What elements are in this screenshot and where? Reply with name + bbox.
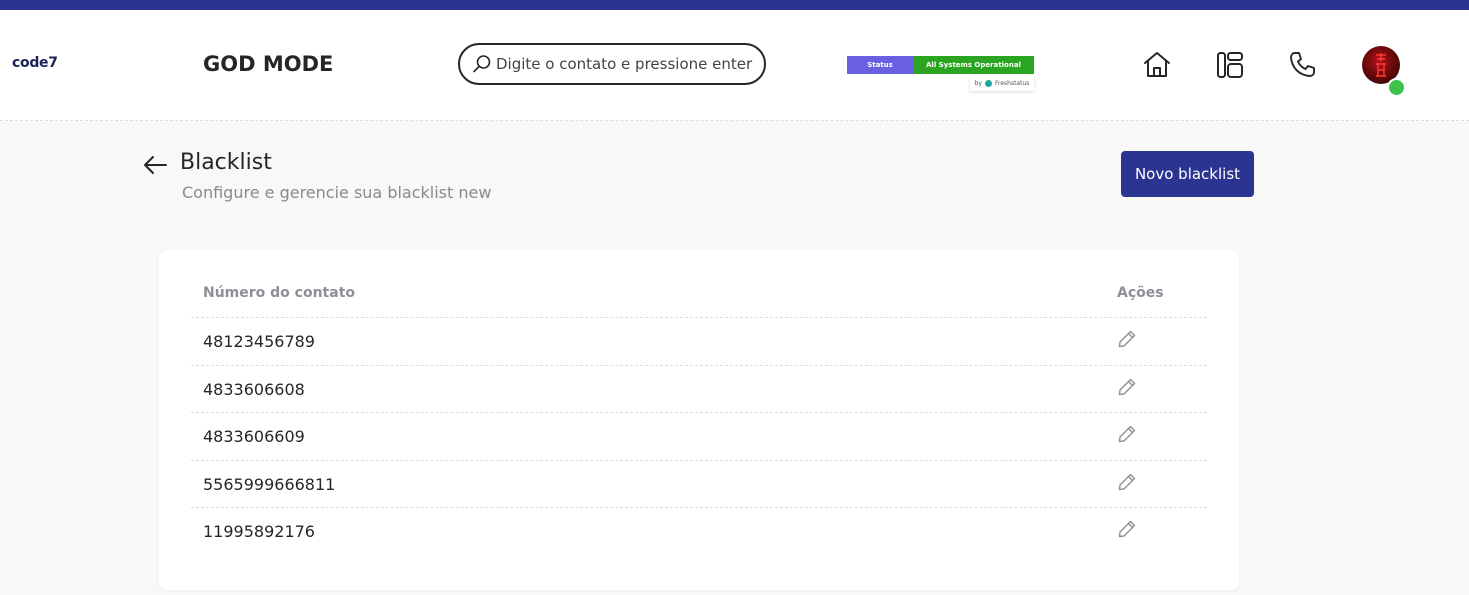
status-bar[interactable]: Status All Systems Operational — [847, 56, 1034, 74]
status-widget[interactable]: Status All Systems Operational by Freshs… — [847, 56, 1034, 92]
edit-icon[interactable] — [1117, 329, 1137, 349]
blacklist-table: Número do contato Ações 48123456789 48336… — [191, 278, 1207, 556]
blacklist-card: Número do contato Ações 48123456789 48336… — [159, 250, 1239, 590]
status-provider-by: by — [974, 80, 982, 87]
table-row: 4833606609 — [191, 413, 1207, 461]
table-row: 11995892176 — [191, 508, 1207, 556]
status-provider-name: Freshstatus — [994, 80, 1030, 87]
table-header: Número do contato Ações — [191, 278, 1207, 318]
search-input[interactable] — [496, 53, 758, 75]
edit-icon[interactable] — [1117, 519, 1137, 539]
search-box[interactable] — [458, 43, 766, 85]
top-accent-stripe — [0, 0, 1469, 10]
search-icon — [473, 55, 491, 73]
contact-number: 4833606609 — [203, 427, 305, 446]
dashboard-button[interactable] — [1214, 49, 1246, 81]
page-title: Blacklist — [180, 150, 272, 175]
table-row: 5565999666811 — [191, 461, 1207, 508]
app-header: code7 GOD MODE Status All Systems Operat… — [0, 10, 1469, 121]
contact-number: 48123456789 — [203, 332, 315, 351]
mode-title: GOD MODE — [203, 52, 334, 76]
edit-icon[interactable] — [1117, 377, 1137, 397]
calls-button[interactable] — [1286, 49, 1318, 81]
online-status-dot — [1387, 78, 1406, 97]
status-provider[interactable]: by Freshstatus — [970, 76, 1034, 91]
back-arrow-icon[interactable] — [142, 153, 168, 177]
avatar-image — [1376, 53, 1386, 77]
contact-number: 11995892176 — [203, 522, 315, 541]
table-row: 4833606608 — [191, 366, 1207, 413]
contact-number: 5565999666811 — [203, 474, 336, 494]
layout-icon — [1217, 52, 1243, 78]
status-value: All Systems Operational — [913, 56, 1034, 74]
column-header-number: Número do contato — [203, 285, 356, 301]
new-blacklist-button[interactable]: Novo blacklist — [1121, 151, 1254, 197]
table-row: 48123456789 — [191, 318, 1207, 366]
status-label: Status — [847, 56, 913, 74]
edit-icon[interactable] — [1117, 424, 1137, 444]
app-logo[interactable]: code7 — [12, 55, 58, 71]
edit-icon[interactable] — [1117, 472, 1137, 492]
page-subtitle: Configure e gerencie sua blacklist new — [182, 183, 492, 202]
table-body: 48123456789 4833606608 4833606609 556599966… — [191, 318, 1207, 556]
contact-number: 4833606608 — [203, 379, 305, 399]
column-header-actions: Ações — [1117, 285, 1164, 301]
home-icon — [1144, 52, 1170, 77]
freshstatus-logo-icon — [984, 80, 992, 87]
home-button[interactable] — [1141, 49, 1173, 81]
phone-icon — [1290, 52, 1315, 77]
